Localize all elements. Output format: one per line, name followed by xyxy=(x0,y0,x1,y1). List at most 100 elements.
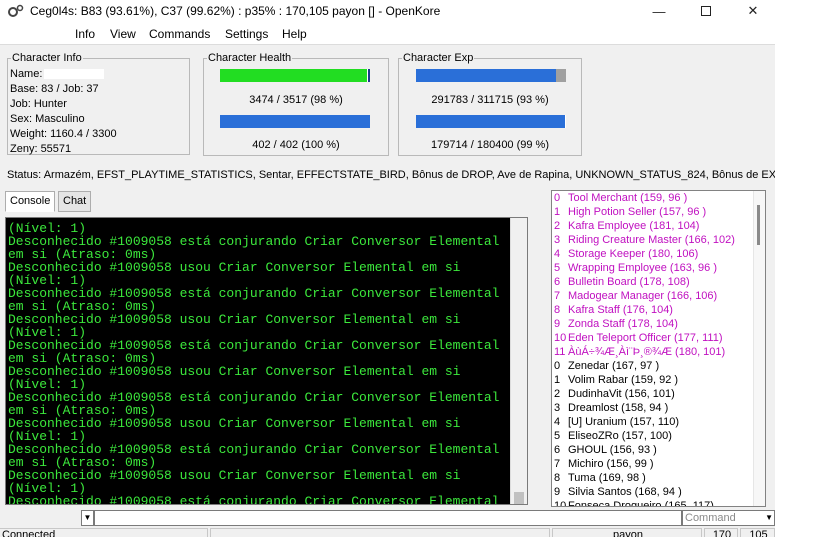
main-panel: Character Info Name: Base: 83 / Job: 37 … xyxy=(0,44,775,537)
list-item-index: 6 xyxy=(554,444,561,456)
list-item-label: GHOUL (156, 93 ) xyxy=(568,444,657,456)
player-list-item[interactable]: 6 GHOUL (156, 93 ) xyxy=(554,443,657,457)
tab-console[interactable]: Console xyxy=(5,191,56,212)
list-item-label: Tool Merchant (159, 96 ) xyxy=(568,192,688,204)
list-item-index: 8 xyxy=(554,304,561,316)
hp-bar-fill xyxy=(220,69,367,82)
list-item-index: 4 xyxy=(554,248,561,260)
list-item-index: 0 xyxy=(554,360,561,372)
list-item-label: Silvia Santos (168, 94 ) xyxy=(568,486,682,498)
player-list-item[interactable]: 7 Michiro (156, 99 ) xyxy=(554,457,654,471)
character-health-group: Character Health 3474 / 3517 (98 %) 402 … xyxy=(203,51,389,156)
list-item-label: Fonseca Drogueiro (165, 117) xyxy=(568,500,714,507)
job-exp-label: 179714 / 180400 (99 %) xyxy=(430,139,550,151)
player-list-item[interactable]: 2 DudinhaVit (156, 101) xyxy=(554,387,675,401)
list-item-label: Dreamlost (158, 94 ) xyxy=(568,402,669,414)
list-item-index: 3 xyxy=(554,234,561,246)
console-line: Desconhecido #1009058 está conjurando Cr… xyxy=(8,494,500,505)
list-item-label: ÀùÁ÷¾Æ¸Àì¨Þ¸®¾Æ (180, 101) xyxy=(568,346,726,358)
character-exp-group: Character Exp 291783 / 311715 (93 %) 179… xyxy=(398,51,582,156)
tab-chat[interactable]: Chat xyxy=(58,191,92,212)
npc-list-item[interactable]: 10 Eden Teleport Officer (177, 111) xyxy=(554,331,723,345)
maximize-button[interactable] xyxy=(684,0,728,22)
npc-list-item[interactable]: 4 Storage Keeper (180, 106) xyxy=(554,247,698,261)
npc-list-item[interactable]: 5 Wrapping Employee (163, 96 ) xyxy=(554,261,717,275)
object-list[interactable]: 10 Fonseca Drogueiro (165, 117) 9 Silvia Sa… xyxy=(551,190,766,507)
npc-list-item[interactable]: 7 Madogear Manager (166, 106) xyxy=(554,289,717,303)
base-exp-bar-fill xyxy=(416,69,556,82)
console-output: (Nível: 1) Desconhecido #1009058 está con… xyxy=(5,217,528,505)
player-list-item[interactable]: 3 Dreamlost (158, 94 ) xyxy=(554,401,668,415)
list-item-index: 9 xyxy=(554,318,561,330)
list-item-label: Eden Teleport Officer (177, 111) xyxy=(568,332,723,344)
sp-label: 402 / 402 (100 %) xyxy=(252,139,340,151)
player-list-item[interactable]: 5 EliseoZRo (157, 100) xyxy=(554,429,672,443)
npc-list-item[interactable]: 0 Tool Merchant (159, 96 ) xyxy=(554,191,687,205)
list-item-label: Michiro (156, 99 ) xyxy=(568,458,654,470)
character-health-title: Character Health xyxy=(207,51,293,65)
base-exp-bar-remainder xyxy=(555,69,566,82)
chevron-down-icon: ▼ xyxy=(765,513,773,522)
history-dropdown-button[interactable]: ▼ xyxy=(81,510,94,526)
connection-status: Connected xyxy=(0,528,208,537)
npc-list-item[interactable]: 8 Kafra Staff (176, 104) xyxy=(554,303,673,317)
list-item-label: Wrapping Employee (163, 96 ) xyxy=(568,262,717,274)
list-item-label: Riding Creature Master (166, 102) xyxy=(568,234,735,246)
menu-help[interactable]: Help xyxy=(282,27,307,41)
job-exp-bar-fill xyxy=(416,115,565,128)
list-item-index: 2 xyxy=(554,388,561,400)
status-effects: Status: Armazém, EFST_PLAYTIME_STATISTIC… xyxy=(7,169,775,181)
player-list-item[interactable]: 4 [U] Uranium (157, 110) xyxy=(554,415,679,429)
character-info-group: Character Info Name: Base: 83 / Job: 37 … xyxy=(7,51,190,155)
player-list-item[interactable]: 0 Zenedar (167, 97 ) xyxy=(554,359,659,373)
player-list-item[interactable]: 9 Silvia Santos (168, 94 ) xyxy=(554,485,682,499)
command-type-select[interactable]: Command ▼ xyxy=(682,510,775,526)
command-input[interactable] xyxy=(94,510,682,526)
console-scroll-thumb[interactable] xyxy=(514,492,524,504)
list-item-label: [U] Uranium (157, 110) xyxy=(568,416,680,428)
console-log: (Nível: 1) Desconhecido #1009058 está con… xyxy=(8,222,513,505)
command-type-value: Command xyxy=(685,512,736,524)
list-item-index: 0 xyxy=(554,192,561,204)
list-item-label: High Potion Seller (157, 96 ) xyxy=(568,206,707,218)
list-item-label: Zenedar (167, 97 ) xyxy=(568,360,660,372)
npc-list-item[interactable]: 3 Riding Creature Master (166, 102) xyxy=(554,233,735,247)
npc-list-item[interactable]: 9 Zonda Staff (178, 104) xyxy=(554,317,678,331)
player-list-item[interactable]: 10 Fonseca Drogueiro (165, 117) xyxy=(554,499,714,507)
npc-list-item[interactable]: 11 ÀùÁ÷¾Æ¸Àì¨Þ¸®¾Æ (180, 101) xyxy=(554,345,725,359)
npc-list-item[interactable]: 6 Bulletin Board (178, 108) xyxy=(554,275,690,289)
position-x: 170 xyxy=(704,528,738,537)
menu-view[interactable]: View xyxy=(110,27,136,41)
map-name: payon xyxy=(552,528,702,537)
object-list-scroll-thumb[interactable] xyxy=(757,205,760,245)
close-button[interactable]: ✕ xyxy=(731,0,775,22)
npc-list-item[interactable]: 1 High Potion Seller (157, 96 ) xyxy=(554,205,706,219)
list-item-label: Storage Keeper (180, 106) xyxy=(568,248,699,260)
list-item-index: 1 xyxy=(554,374,561,386)
player-list-item[interactable]: 1 Volim Rabar (159, 92 ) xyxy=(554,373,678,387)
list-item-index: 11 xyxy=(554,346,566,358)
menu-info[interactable]: Info xyxy=(75,27,95,41)
window-title: Ceg0l4s: B83 (93.61%), C37 (99.62%) : p3… xyxy=(30,4,441,18)
character-zeny: Zeny: 55571 xyxy=(10,143,72,155)
list-item-index: 1 xyxy=(554,206,561,218)
list-item-index: 10 xyxy=(554,500,567,507)
npc-list-item[interactable]: 2 Kafra Employee (181, 104) xyxy=(554,219,699,233)
console-scrollbar[interactable] xyxy=(510,218,527,504)
list-item-label: Madogear Manager (166, 106) xyxy=(568,290,718,302)
menu-commands[interactable]: Commands xyxy=(149,27,210,41)
character-name: Name: xyxy=(10,68,105,81)
name-label: Name: xyxy=(10,68,43,80)
character-sex: Sex: Masculino xyxy=(10,113,85,125)
list-item-label: Kafra Staff (176, 104) xyxy=(568,304,673,316)
character-exp-title: Character Exp xyxy=(402,51,475,65)
menu-settings[interactable]: Settings xyxy=(225,27,268,41)
list-item-index: 2 xyxy=(554,220,561,232)
player-list-item[interactable]: 8 Tuma (169, 98 ) xyxy=(554,471,646,485)
status-bar: Connected payon 170 105 xyxy=(0,528,775,537)
minimize-button[interactable]: — xyxy=(637,0,681,22)
hp-label: 3474 / 3517 (98 %) xyxy=(249,94,343,106)
maximize-icon xyxy=(701,6,711,16)
object-list-scrollbar[interactable] xyxy=(753,191,765,506)
job-exp-bar xyxy=(416,115,566,128)
